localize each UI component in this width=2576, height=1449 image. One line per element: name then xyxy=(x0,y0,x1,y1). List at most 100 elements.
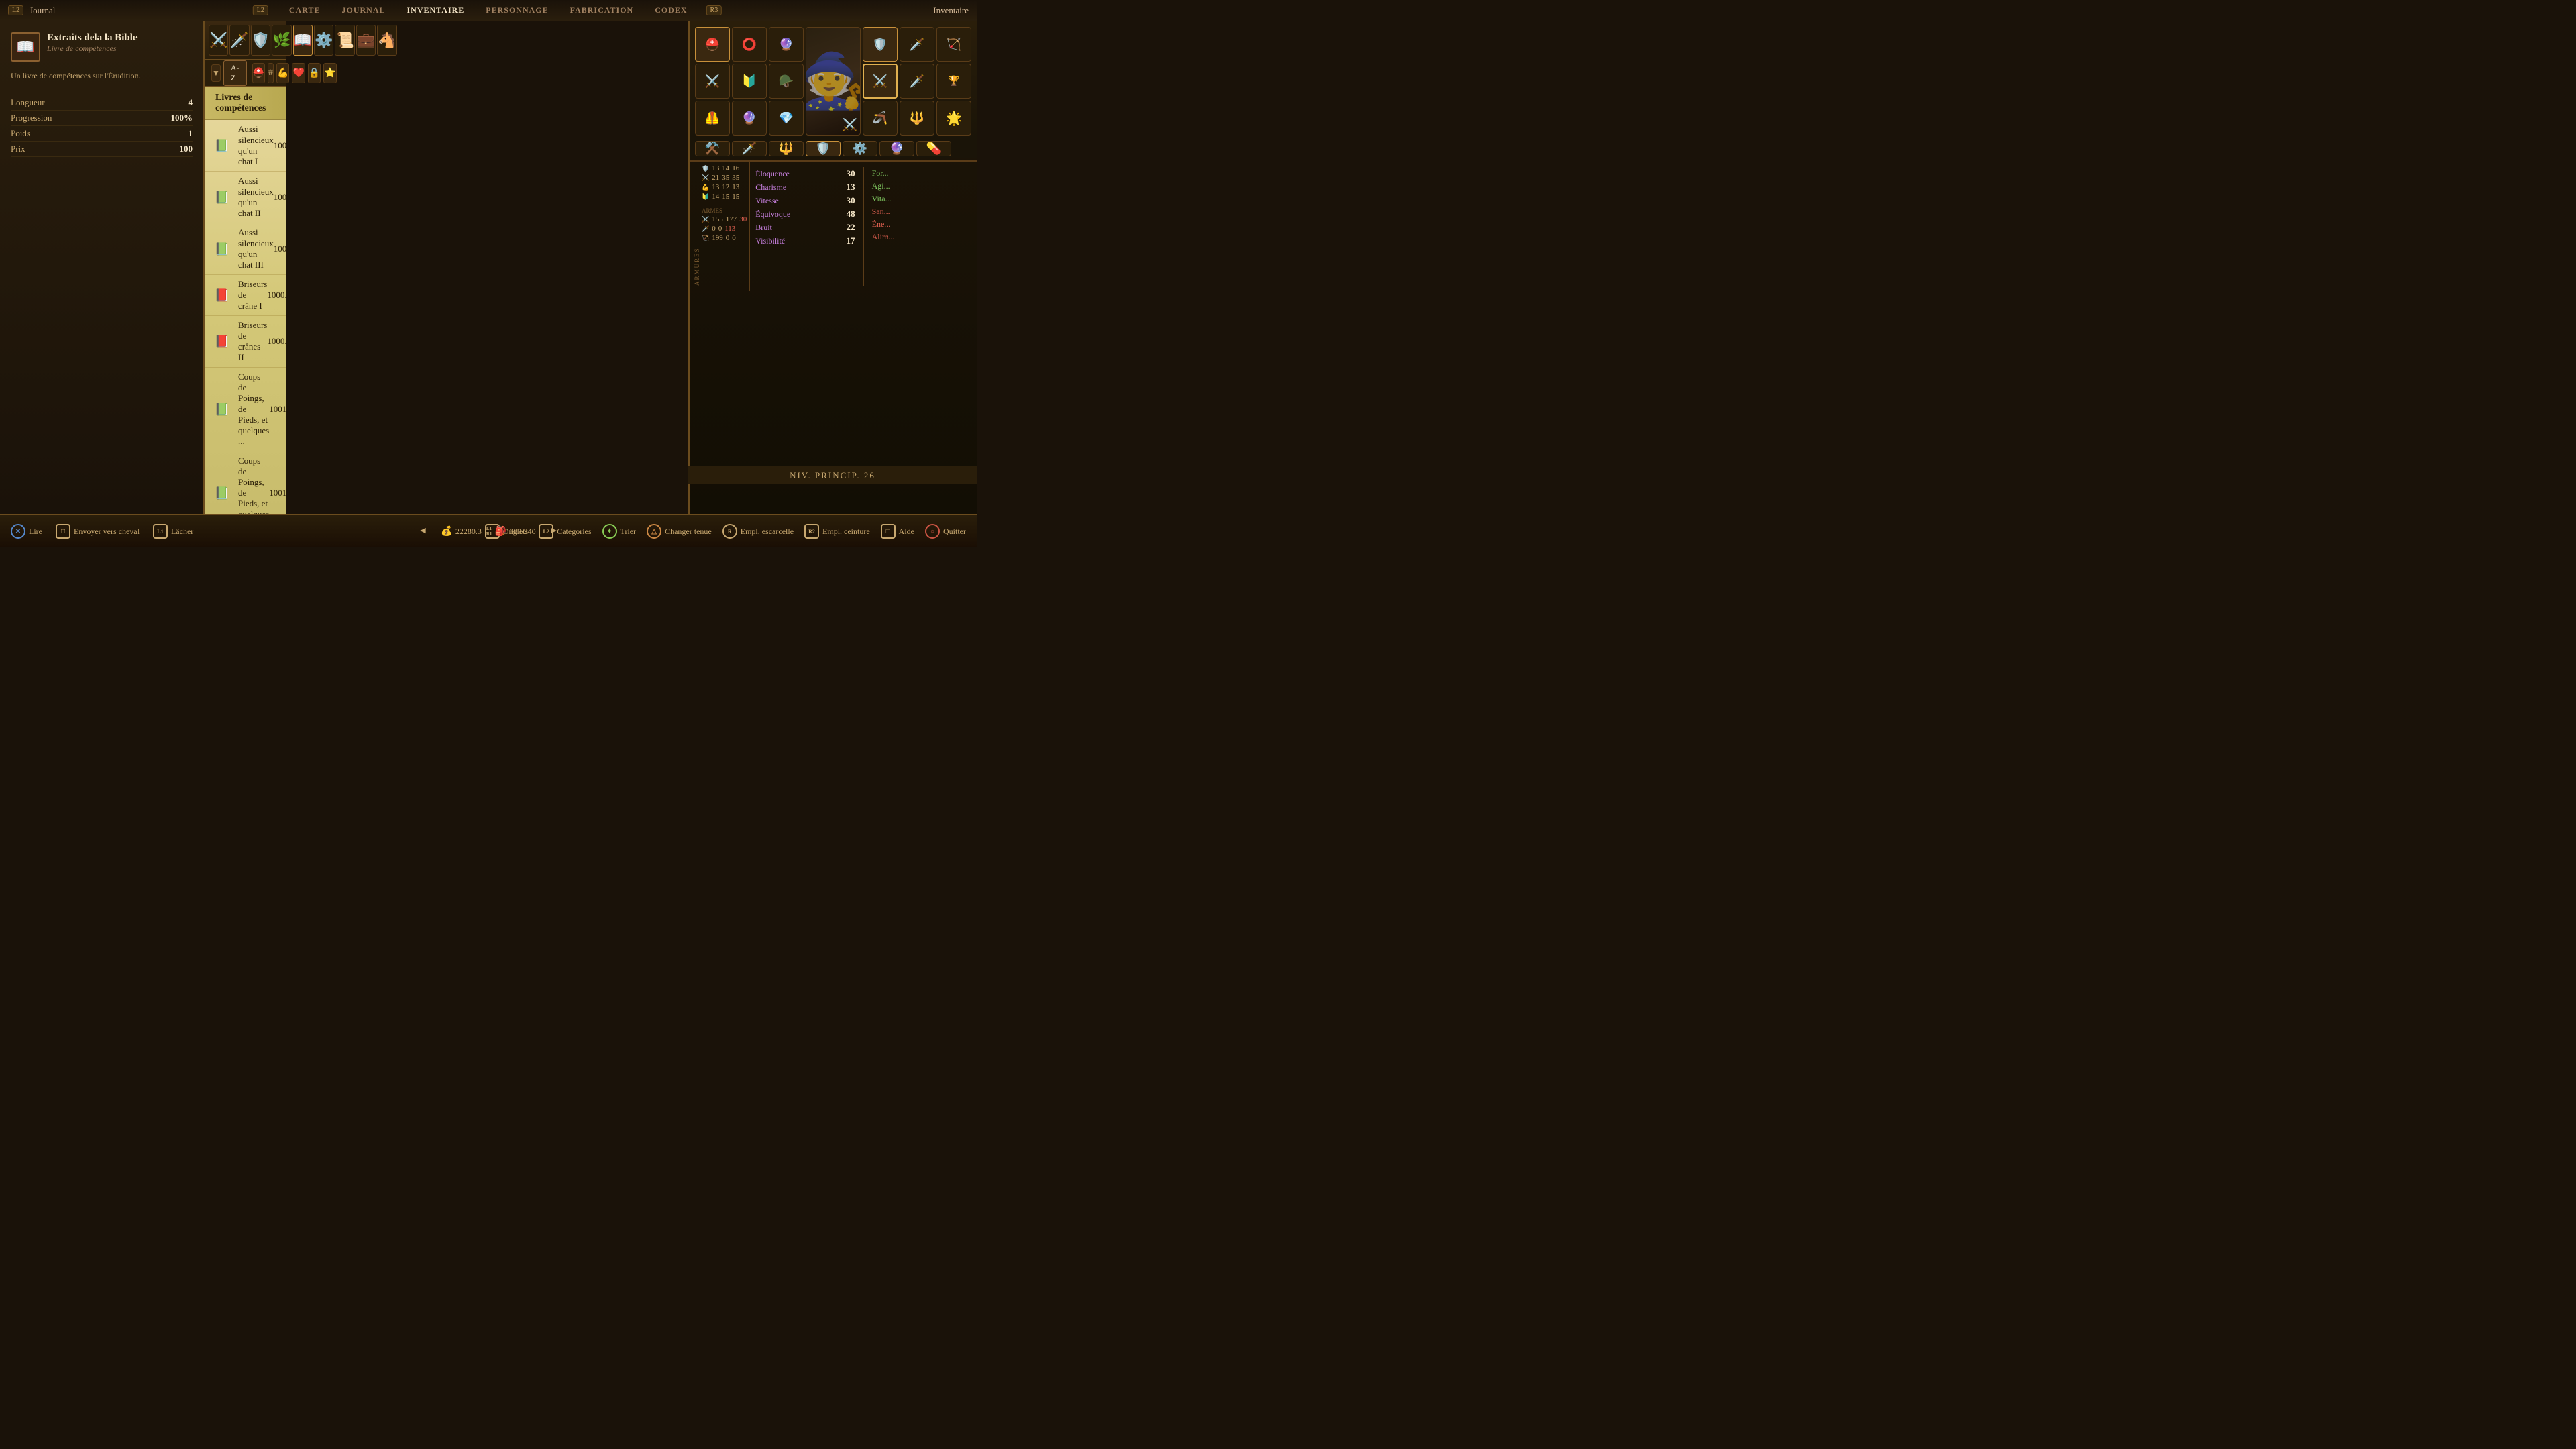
sort-az-button[interactable]: A-Z xyxy=(223,60,247,86)
skill-ene: Éne... xyxy=(872,218,971,231)
equip-slot-r22[interactable]: 🗡️ xyxy=(900,64,934,99)
equip-slot-b5[interactable]: ⚙️ xyxy=(843,141,877,156)
niveau-label: NIV. PRINCIP. 26 xyxy=(790,470,875,481)
equip-slot-r23[interactable]: 🏆 xyxy=(936,64,971,99)
table-row[interactable]: 📗 Aussi silencieux qu'un chat III 100 1 … xyxy=(205,223,286,275)
item-title: Extraits dela la Bible xyxy=(47,32,138,44)
equip-slot-r31[interactable]: 🪃 xyxy=(863,101,898,136)
skill-for: For... xyxy=(872,167,971,180)
item-subtitle: Livre de compétences xyxy=(47,44,138,54)
stat-value: 100 xyxy=(180,144,193,154)
item-val2-3: 0.8 xyxy=(280,290,286,301)
equip-slot-r21[interactable]: ⚔️ xyxy=(863,64,898,99)
equip-slot-l31[interactable]: 🦺 xyxy=(695,101,730,136)
skill-value: 30 xyxy=(847,168,855,179)
action-lire[interactable]: ✕ Lire xyxy=(11,524,42,539)
filter-lock[interactable]: 🔒 xyxy=(308,63,321,83)
cat-icon-nourriture[interactable]: 🌿 xyxy=(272,25,291,56)
equip-slot-l23[interactable]: 🪖 xyxy=(769,64,804,99)
cat-icon-all[interactable]: ⚔️ xyxy=(209,25,228,56)
cat-icon-quete[interactable]: 📜 xyxy=(335,25,354,56)
equip-slot-b4[interactable]: 🛡️ xyxy=(806,141,841,156)
equip-slot-b3[interactable]: 🔱 xyxy=(769,141,804,156)
filter-strength[interactable]: 💪 xyxy=(276,63,289,83)
action-envoyer[interactable]: □ Envoyer vers cheval xyxy=(56,524,140,539)
filter-heart[interactable]: ❤️ xyxy=(292,63,305,83)
equip-slot-l33[interactable]: 💎 xyxy=(769,101,804,136)
action-escarcelle[interactable]: R Empl. escarcelle xyxy=(722,524,794,539)
character-panel: ⛑️ ⭕ 🔮 🧙 ⚔️ 🛡️ 🗡️ 🏹 ⚔️ 🔰 🪖 ⚔️ 🗡️ 🏆 🦺 🔮 💎… xyxy=(688,21,977,518)
table-row[interactable]: 📗 Coups de Poings, de Pieds, et quelques… xyxy=(205,368,286,451)
item-val1-4: 100 xyxy=(267,336,280,347)
cat-icon-livres[interactable]: 📖 xyxy=(293,25,313,56)
item-detail-panel: 📖 Extraits dela la Bible Livre de compét… xyxy=(0,21,205,518)
item-name-1: Aussi silencieux qu'un chat II xyxy=(238,176,274,219)
equip-slot-b1[interactable]: ⚒️ xyxy=(695,141,730,156)
top-bar-right: Inventaire xyxy=(933,5,969,16)
inv-list[interactable]: 📗 Aussi silencieux qu'un chat I 100 1 15… xyxy=(205,120,286,514)
skill-agi: Agi... xyxy=(872,180,971,193)
nav-carte[interactable]: CARTE xyxy=(286,4,323,17)
table-row[interactable]: 📕 Briseurs de crânes II 100 0.8 200 xyxy=(205,316,286,368)
equip-slot-neck[interactable]: 🔮 xyxy=(769,27,804,62)
cat-icon-autres[interactable]: 💼 xyxy=(356,25,376,56)
nav-fabrication[interactable]: FABRICATION xyxy=(568,4,637,17)
table-row[interactable]: 📗 Aussi silencieux qu'un chat I 100 1 15… xyxy=(205,120,286,172)
skill-vitesse: Vitesse 30 xyxy=(755,194,855,207)
journal-btn-indicator: L2 xyxy=(8,5,23,15)
btn-trier: ✦ xyxy=(602,524,617,539)
action-trier[interactable]: ✦ Trier xyxy=(602,524,637,539)
cat-icon-materiaux[interactable]: ⚙️ xyxy=(314,25,333,56)
filter-hash[interactable]: # xyxy=(268,63,274,83)
equip-slot-b2[interactable]: 🗡️ xyxy=(732,141,767,156)
action-lacher[interactable]: L1 Lâcher xyxy=(153,524,193,539)
skill-san: San... xyxy=(872,205,971,218)
scroll-left[interactable]: ◄ xyxy=(419,526,428,537)
equip-slot-r32[interactable]: 🔱 xyxy=(900,101,934,136)
action-aide[interactable]: □ Aide xyxy=(881,524,914,539)
equip-slot-ring[interactable]: ⭕ xyxy=(732,27,767,62)
inv-category-label: Livres de compétences xyxy=(215,93,266,113)
cat-icon-cheval[interactable]: 🐴 xyxy=(377,25,396,56)
equip-slot-r33[interactable]: 🌟 xyxy=(936,101,971,136)
nav-journal[interactable]: JOURNAL xyxy=(339,4,388,17)
equip-slot-r1[interactable]: 🛡️ xyxy=(863,27,898,62)
equip-slot-r2[interactable]: 🗡️ xyxy=(900,27,934,62)
stat-poids: Poids 1 xyxy=(11,126,193,142)
filter-star[interactable]: ⭐ xyxy=(323,63,336,83)
skill-label: Équivoque xyxy=(755,209,790,219)
item-header: 📖 Extraits dela la Bible Livre de compét… xyxy=(11,32,193,62)
nav-codex[interactable]: CODEX xyxy=(652,4,690,17)
skill-charisme: Charisme 13 xyxy=(755,180,855,194)
cat-icon-armes[interactable]: 🗡️ xyxy=(229,25,249,56)
equip-slot-head[interactable]: ⛑️ xyxy=(695,27,730,62)
filter-helmet[interactable]: ⛑️ xyxy=(252,63,265,83)
table-row[interactable]: 📗 Coups de Poings, de Pieds, et quelques… xyxy=(205,451,286,514)
filter-button[interactable]: ▼ xyxy=(211,64,221,82)
action-quitter[interactable]: ○ Quitter xyxy=(925,524,966,539)
equip-slot-b7[interactable]: 💊 xyxy=(916,141,951,156)
item-stats: Longueur 4 Progression 100% Poids 1 Prix… xyxy=(11,95,193,157)
action-tenue-label: Changer tenue xyxy=(665,527,712,537)
table-row[interactable]: 📗 Aussi silencieux qu'un chat II 100 1 2… xyxy=(205,172,286,223)
skill-alim: Alim... xyxy=(872,231,971,244)
nav-inventaire[interactable]: INVENTAIRE xyxy=(405,4,468,17)
cat-icon-armures[interactable]: 🛡️ xyxy=(251,25,270,56)
action-tenue[interactable]: △ Changer tenue xyxy=(647,524,712,539)
equip-slot-b6[interactable]: 🔮 xyxy=(879,141,914,156)
action-lire-label: Lire xyxy=(29,527,42,537)
item-description: Un livre de compétences sur l'Érudition. xyxy=(11,70,193,82)
action-ceinture[interactable]: R2 Empl. ceinture xyxy=(804,524,870,539)
action-envoyer-label: Envoyer vers cheval xyxy=(74,527,140,537)
equip-slot-r3[interactable]: 🏹 xyxy=(936,27,971,62)
capacity-value: 303/340 xyxy=(509,527,535,537)
table-row[interactable]: 📕 Briseurs de crâne I 100 0.8 150 xyxy=(205,275,286,316)
equip-slot-l22[interactable]: 🔰 xyxy=(732,64,767,99)
bottom-center: ◄ 💰 22280.3 🎒 303/340 ► xyxy=(419,526,559,537)
nav-personnage[interactable]: PERSONNAGE xyxy=(483,4,551,17)
inv-category-header: Livres de compétences xyxy=(205,87,286,120)
scroll-right[interactable]: ► xyxy=(549,526,559,537)
capacity-icon: 🎒 xyxy=(495,526,506,537)
equip-slot-l32[interactable]: 🔮 xyxy=(732,101,767,136)
equip-slot-l21[interactable]: ⚔️ xyxy=(695,64,730,99)
